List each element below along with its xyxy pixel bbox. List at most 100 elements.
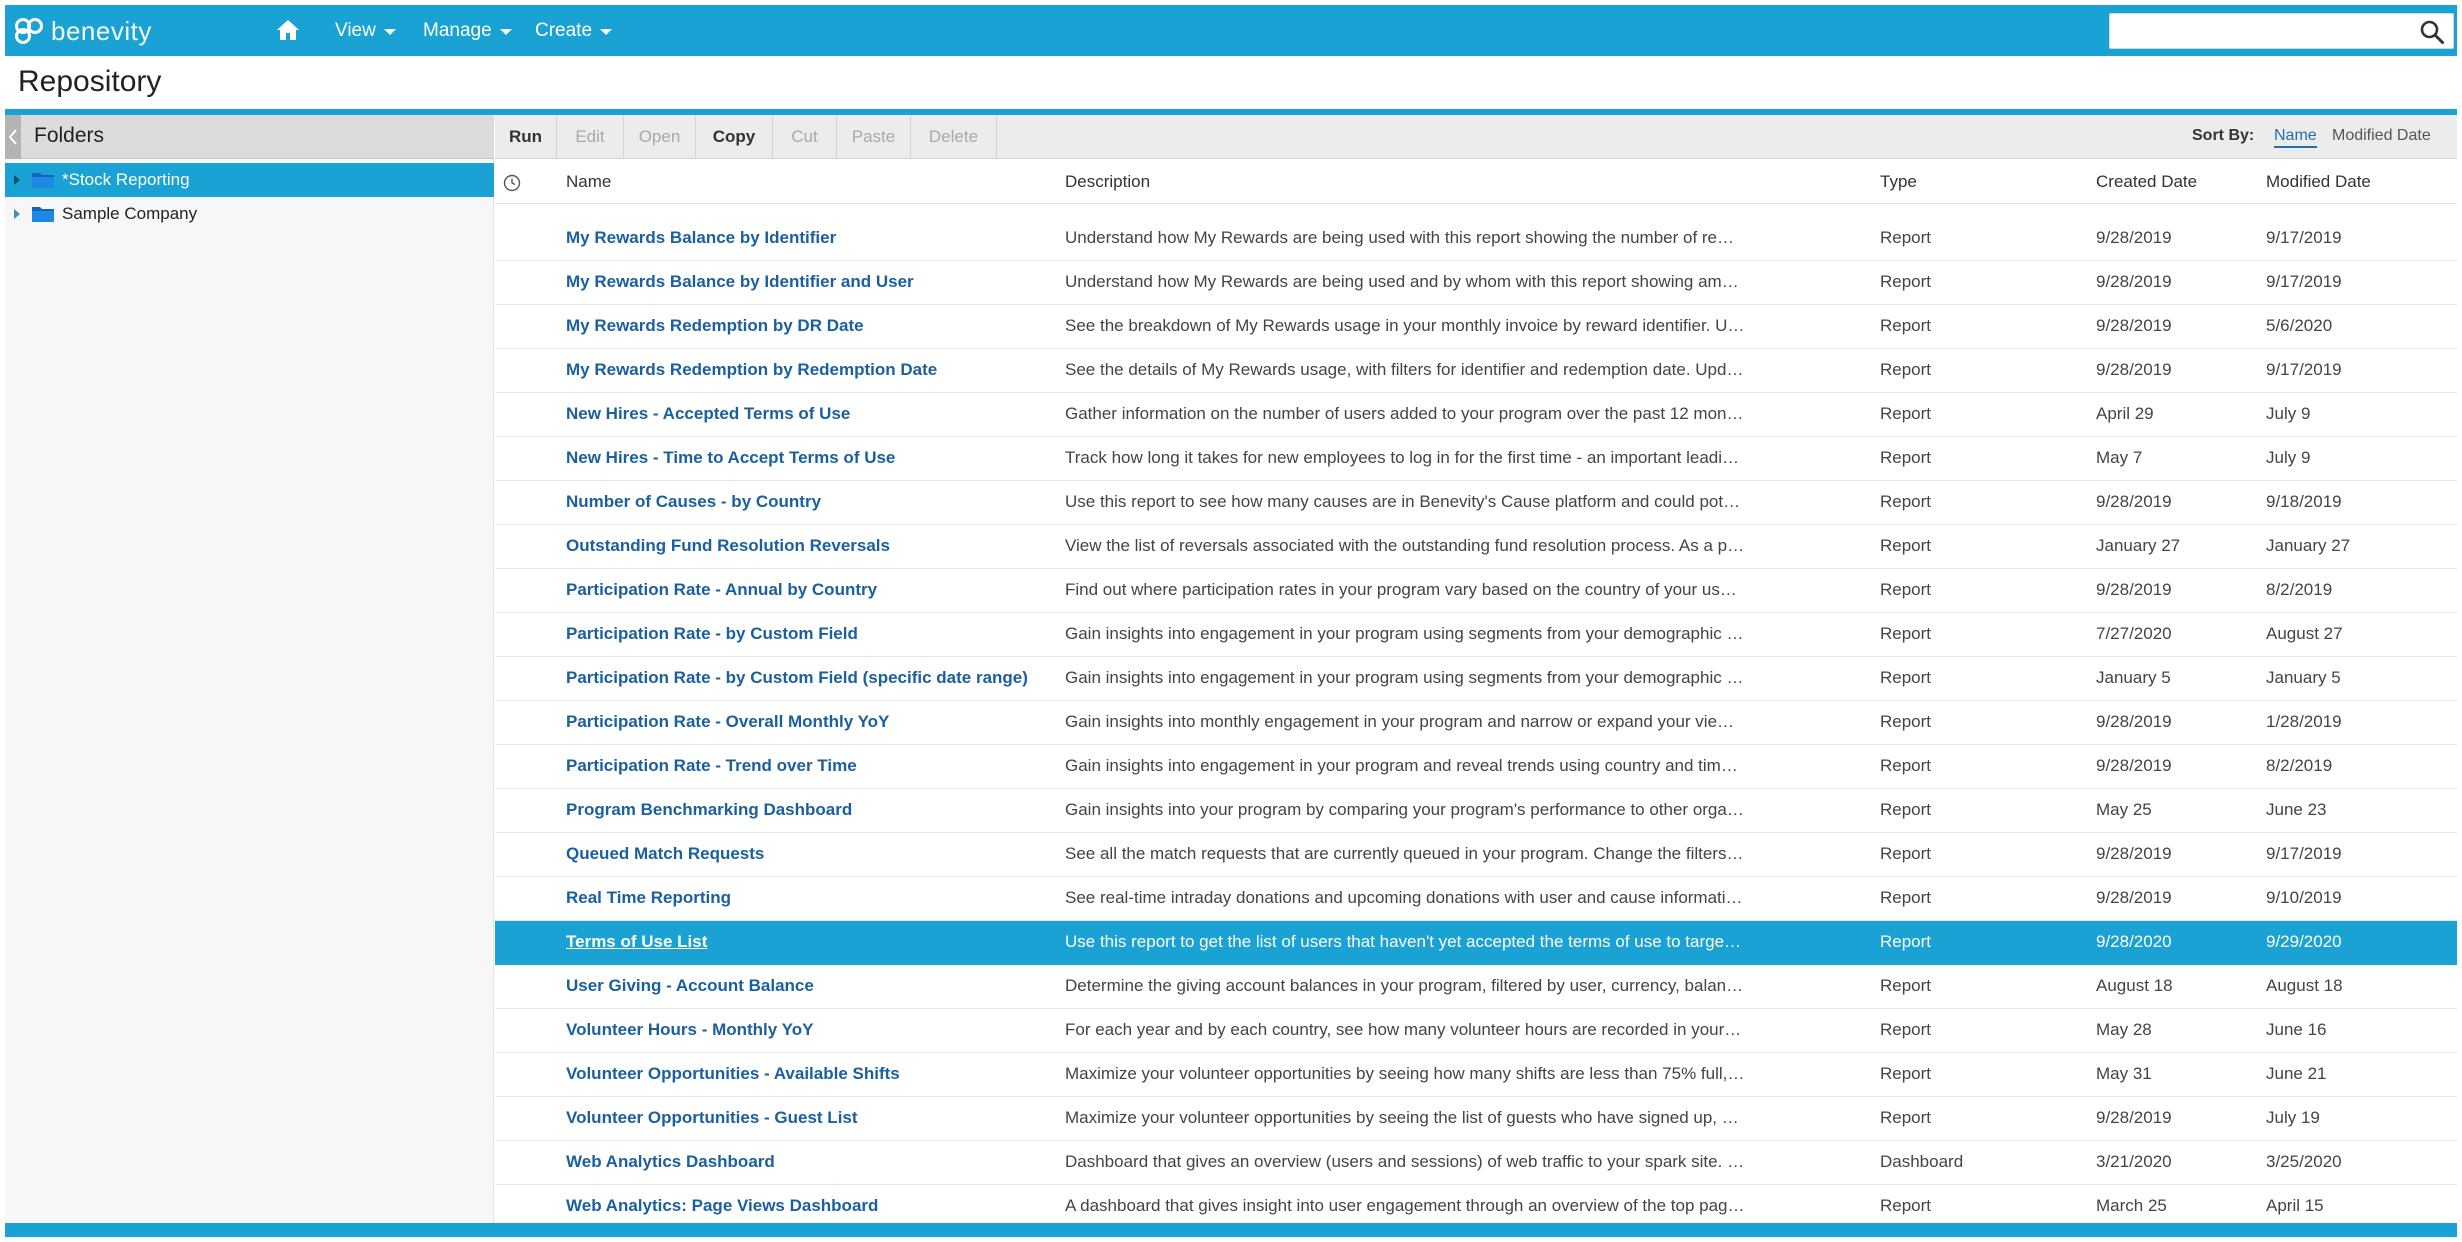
report-name-link[interactable]: Volunteer Hours - Monthly YoY <box>566 1020 1046 1040</box>
table-row[interactable]: Participation Rate - by Custom Field Gain… <box>495 613 2457 657</box>
home-button[interactable] <box>271 14 305 46</box>
report-created-date: May 31 <box>2096 1064 2152 1083</box>
manage-menu-label: Manage <box>423 19 492 41</box>
benevity-logo-icon <box>13 16 47 46</box>
table-row[interactable]: My Rewards Balance by Identifier and Use… <box>495 261 2457 305</box>
report-name-link[interactable]: Web Analytics: Page Views Dashboard <box>566 1196 1046 1216</box>
manage-menu[interactable]: Manage <box>423 5 512 56</box>
folder-icon <box>32 173 54 188</box>
table-row[interactable]: User Giving - Account Balance Determine t… <box>495 965 2457 1009</box>
report-name-link[interactable]: Program Benchmarking Dashboard <box>566 800 1046 820</box>
report-description: Understand how My Rewards are being used… <box>1065 272 1745 291</box>
table-row[interactable]: Participation Rate - by Custom Field (sp… <box>495 657 2457 701</box>
report-created-date: 9/28/2019 <box>2096 888 2172 907</box>
report-name-link[interactable]: Terms of Use List <box>566 932 1046 952</box>
paste-button[interactable]: Paste <box>837 115 911 159</box>
search-input[interactable] <box>2110 14 2400 48</box>
search-icon[interactable] <box>2419 19 2445 45</box>
report-name-link[interactable]: Participation Rate - by Custom Field <box>566 624 1046 644</box>
table-row[interactable]: Volunteer Hours - Monthly YoY For each ye… <box>495 1009 2457 1053</box>
table-row[interactable]: New Hires - Accepted Terms of Use Gather … <box>495 393 2457 437</box>
report-description: Gain insights into monthly engagement in… <box>1065 712 1745 731</box>
expand-arrow-icon[interactable] <box>14 209 20 219</box>
clock-icon[interactable] <box>503 174 521 192</box>
run-button[interactable]: Run <box>495 115 557 159</box>
table-row[interactable]: Participation Rate - Trend over Time Gain… <box>495 745 2457 789</box>
sort-by-name[interactable]: Name <box>2274 127 2317 148</box>
report-description: Understand how My Rewards are being used… <box>1065 228 1745 247</box>
column-header-type[interactable]: Type <box>1880 172 1917 192</box>
report-type: Report <box>1880 492 1932 511</box>
sort-by-label: Sort By: <box>2192 127 2255 144</box>
column-header-created-date[interactable]: Created Date <box>2096 172 2197 192</box>
column-header-modified-date[interactable]: Modified Date <box>2266 172 2371 192</box>
report-name-link[interactable]: Participation Rate - Annual by Country <box>566 580 1046 600</box>
table-row[interactable]: Terms of Use List Use this report to get … <box>495 921 2457 965</box>
report-modified-date: 8/2/2019 <box>2266 580 2333 599</box>
report-name-link[interactable]: New Hires - Accepted Terms of Use <box>566 404 1046 424</box>
table-row[interactable]: Real Time Reporting See real-time intrada… <box>495 877 2457 921</box>
report-description: See all the match requests that are curr… <box>1065 844 1745 863</box>
column-header-name[interactable]: Name <box>566 172 611 192</box>
report-description: Gain insights into your program by compa… <box>1065 800 1744 819</box>
edit-button[interactable]: Edit <box>557 115 624 159</box>
expand-arrow-icon[interactable] <box>14 175 20 185</box>
table-row[interactable]: Volunteer Opportunities - Available Shif… <box>495 1053 2457 1097</box>
report-created-date: 9/28/2019 <box>2096 272 2172 291</box>
report-name-link[interactable]: My Rewards Redemption by DR Date <box>566 316 1046 336</box>
report-modified-date: July 19 <box>2266 1108 2320 1127</box>
report-type: Report <box>1880 1196 1932 1215</box>
report-name-link[interactable]: New Hires - Time to Accept Terms of Use <box>566 448 1046 468</box>
table-row[interactable]: My Rewards Redemption by DR Date See the … <box>495 305 2457 349</box>
brand-logo[interactable]: benevity <box>13 13 152 49</box>
table-row[interactable]: My Rewards Redemption by Redemption Date… <box>495 349 2457 393</box>
report-created-date: May 28 <box>2096 1020 2152 1039</box>
table-row[interactable]: Participation Rate - Overall Monthly YoY… <box>495 701 2457 745</box>
report-created-date: 9/28/2019 <box>2096 360 2172 379</box>
table-row[interactable]: Number of Causes - by Country Use this re… <box>495 481 2457 525</box>
create-menu[interactable]: Create <box>535 5 613 56</box>
report-name-link[interactable]: Volunteer Opportunities - Available Shif… <box>566 1064 1046 1084</box>
report-name-link[interactable]: Web Analytics Dashboard <box>566 1152 1046 1172</box>
report-name-link[interactable]: Number of Causes - by Country <box>566 492 1046 512</box>
copy-button[interactable]: Copy <box>696 115 773 159</box>
report-name-link[interactable]: Volunteer Opportunities - Guest List <box>566 1108 1046 1128</box>
collapse-panel-button[interactable] <box>5 115 21 159</box>
report-description: Find out where participation rates in yo… <box>1065 580 1745 599</box>
folder-label: Sample Company <box>62 204 198 223</box>
report-type: Report <box>1880 844 1932 863</box>
report-name-link[interactable]: Participation Rate - by Custom Field (sp… <box>566 668 1046 688</box>
table-header: Name Description Type Created Date Modif… <box>495 160 2457 204</box>
table-row[interactable]: Web Analytics Dashboard Dashboard that gi… <box>495 1141 2457 1185</box>
report-name-link[interactable]: Real Time Reporting <box>566 888 1046 908</box>
sort-by-modified-date[interactable]: Modified Date <box>2332 127 2431 145</box>
table-row[interactable]: New Hires - Time to Accept Terms of Use T… <box>495 437 2457 481</box>
report-name-link[interactable]: Queued Match Requests <box>566 844 1046 864</box>
folder-sample-company[interactable]: Sample Company <box>5 197 494 231</box>
table-row[interactable]: Participation Rate - Annual by Country Fi… <box>495 569 2457 613</box>
table-row[interactable]: Queued Match Requests See all the match r… <box>495 833 2457 877</box>
table-row[interactable]: Volunteer Opportunities - Guest List Maxi… <box>495 1097 2457 1141</box>
report-modified-date: June 21 <box>2266 1064 2327 1083</box>
view-menu[interactable]: View <box>335 5 396 56</box>
open-button[interactable]: Open <box>624 115 696 159</box>
report-name-link[interactable]: Participation Rate - Trend over Time <box>566 756 1046 776</box>
report-name-link[interactable]: My Rewards Balance by Identifier and Use… <box>566 272 1046 292</box>
table-row[interactable]: Program Benchmarking Dashboard Gain insig… <box>495 789 2457 833</box>
report-type: Report <box>1880 360 1932 379</box>
table-row[interactable]: Outstanding Fund Resolution Reversals Vie… <box>495 525 2457 569</box>
cut-button[interactable]: Cut <box>773 115 837 159</box>
table-row[interactable]: My Rewards Balance by Identifier Understa… <box>495 217 2457 261</box>
delete-button[interactable]: Delete <box>911 115 997 159</box>
report-name-link[interactable]: User Giving - Account Balance <box>566 976 1046 996</box>
folder-stock-reporting[interactable]: *Stock Reporting <box>5 163 494 197</box>
report-type: Report <box>1880 316 1932 335</box>
column-header-description[interactable]: Description <box>1065 172 1150 192</box>
report-type: Report <box>1880 228 1932 247</box>
report-name-link[interactable]: My Rewards Redemption by Redemption Date <box>566 360 1046 380</box>
report-modified-date: 9/18/2019 <box>2266 492 2342 511</box>
report-type: Report <box>1880 448 1932 467</box>
report-name-link[interactable]: Participation Rate - Overall Monthly YoY <box>566 712 1046 732</box>
report-name-link[interactable]: My Rewards Balance by Identifier <box>566 228 1046 248</box>
report-name-link[interactable]: Outstanding Fund Resolution Reversals <box>566 536 1046 556</box>
